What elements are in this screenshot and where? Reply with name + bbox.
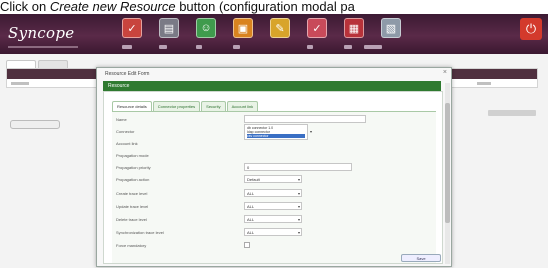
reports-icon[interactable]: ✎: [270, 18, 290, 38]
force-mandatory-checkbox[interactable]: [244, 242, 250, 248]
save-button[interactable]: Save: [401, 254, 441, 262]
tab-account-link[interactable]: Account link: [226, 101, 259, 111]
chevron-down-icon: ▾: [297, 230, 300, 235]
form-row: Connector db connector 1.0 ldap connecto…: [116, 124, 430, 140]
tab-security[interactable]: Security: [201, 101, 226, 111]
caption-suffix: button (configuration modal pa: [175, 0, 355, 14]
create-trace-select[interactable]: ALL ▾: [244, 189, 302, 197]
syncope-logo: Syncope: [8, 24, 75, 42]
field-label: Account link: [116, 141, 138, 146]
chevron-down-icon: ▾: [297, 191, 300, 196]
nav-label: [159, 45, 167, 49]
resources-icon[interactable]: ☺: [196, 18, 216, 38]
propagation-action-select[interactable]: Default ▾: [244, 175, 302, 183]
field-label: Name: [116, 117, 127, 122]
chevron-down-icon: ▾: [310, 129, 313, 134]
nav-label: [344, 45, 352, 49]
form-row: Propagation mode: [116, 150, 430, 161]
field-label: Propagation priority: [116, 165, 151, 170]
background-tab[interactable]: [6, 60, 36, 68]
modal-tabs: Resource details Connector properties Se…: [112, 101, 259, 111]
select-value: ALL: [247, 217, 255, 222]
tab-connector-properties[interactable]: Connector properties: [152, 101, 201, 111]
field-label: Delete trace level: [116, 217, 147, 222]
sync-trace-select[interactable]: ALL ▾: [244, 228, 302, 236]
configuration-icon[interactable]: ✓: [307, 18, 327, 38]
nav-label: [122, 45, 132, 49]
table-cell: [11, 82, 29, 85]
connectors-icon[interactable]: ▧: [381, 18, 401, 38]
roles-icon[interactable]: ▤: [159, 18, 179, 38]
resource-details-panel: Name Connector db connector 1.0 ldap con…: [112, 111, 436, 263]
field-label: Synchronization trace level: [116, 230, 164, 235]
nav-label: [233, 45, 240, 49]
select-value: ALL: [247, 191, 255, 196]
select-value: ALL: [247, 204, 255, 209]
logo-underline: [8, 46, 78, 48]
close-icon[interactable]: ×: [443, 69, 447, 76]
form-row: Propagation priority 0: [116, 162, 430, 173]
modal-title: Resource Edit Form: [105, 71, 150, 77]
background-tab[interactable]: [38, 60, 68, 68]
caption-prefix: Click on: [0, 0, 50, 14]
app-header: Syncope ✓ ▤ ☺ ▣ ✎ ✓ ▦ ▧ ⏻: [0, 14, 548, 54]
nav-label: [364, 45, 382, 49]
form-row: Delete trace level ALL ▾: [116, 214, 430, 225]
table-cell: [477, 82, 491, 85]
field-label: Propagation mode: [116, 153, 149, 158]
modal-body: Resource details Connector properties Se…: [103, 91, 443, 264]
propagation-priority-field[interactable]: 0: [244, 163, 352, 171]
instruction-caption: Click on Create new Resource button (con…: [0, 0, 548, 14]
delete-trace-select[interactable]: ALL ▾: [244, 215, 302, 223]
select-value: ALL: [247, 230, 255, 235]
nav-label: [307, 45, 313, 49]
nav-label: [196, 45, 202, 49]
users-icon[interactable]: ✓: [122, 18, 142, 38]
field-label: Connector: [116, 129, 135, 134]
field-label: Update trace level: [116, 204, 149, 209]
background-pager: [488, 110, 536, 116]
chevron-down-icon: ▾: [297, 177, 300, 182]
todo-icon[interactable]: ▣: [233, 18, 253, 38]
power-icon[interactable]: ⏻: [520, 18, 542, 40]
modal-header-bar: Resource: [103, 81, 441, 91]
form-row: Account link: [116, 138, 430, 149]
name-field[interactable]: [244, 115, 366, 123]
field-label: Propagation action: [116, 177, 150, 182]
form-row: Propagation action Default ▾: [116, 174, 430, 185]
form-row: Update trace level ALL ▾: [116, 201, 430, 212]
update-trace-select[interactable]: ALL ▾: [244, 202, 302, 210]
field-label: Force mandatory: [116, 243, 147, 248]
tasks-icon[interactable]: ▦: [344, 18, 364, 38]
form-row: Create trace level ALL ▾: [116, 188, 430, 199]
form-row: Synchronization trace level ALL ▾: [116, 227, 430, 238]
field-label: Create trace level: [116, 191, 148, 196]
chevron-down-icon: ▾: [297, 204, 300, 209]
create-new-resource-button[interactable]: [10, 120, 60, 129]
background-tabs: [6, 60, 68, 68]
tab-resource-details[interactable]: Resource details: [112, 101, 152, 111]
select-value: Default: [247, 177, 260, 182]
form-row: Force mandatory: [116, 240, 430, 251]
modal-scrollbar[interactable]: [445, 83, 450, 264]
scrollbar-thumb[interactable]: [445, 103, 450, 223]
caption-emphasis: Create new Resource: [49, 0, 176, 14]
resource-modal: Resource Edit Form × Resource Resource d…: [96, 67, 452, 267]
chevron-down-icon: ▾: [297, 217, 300, 222]
